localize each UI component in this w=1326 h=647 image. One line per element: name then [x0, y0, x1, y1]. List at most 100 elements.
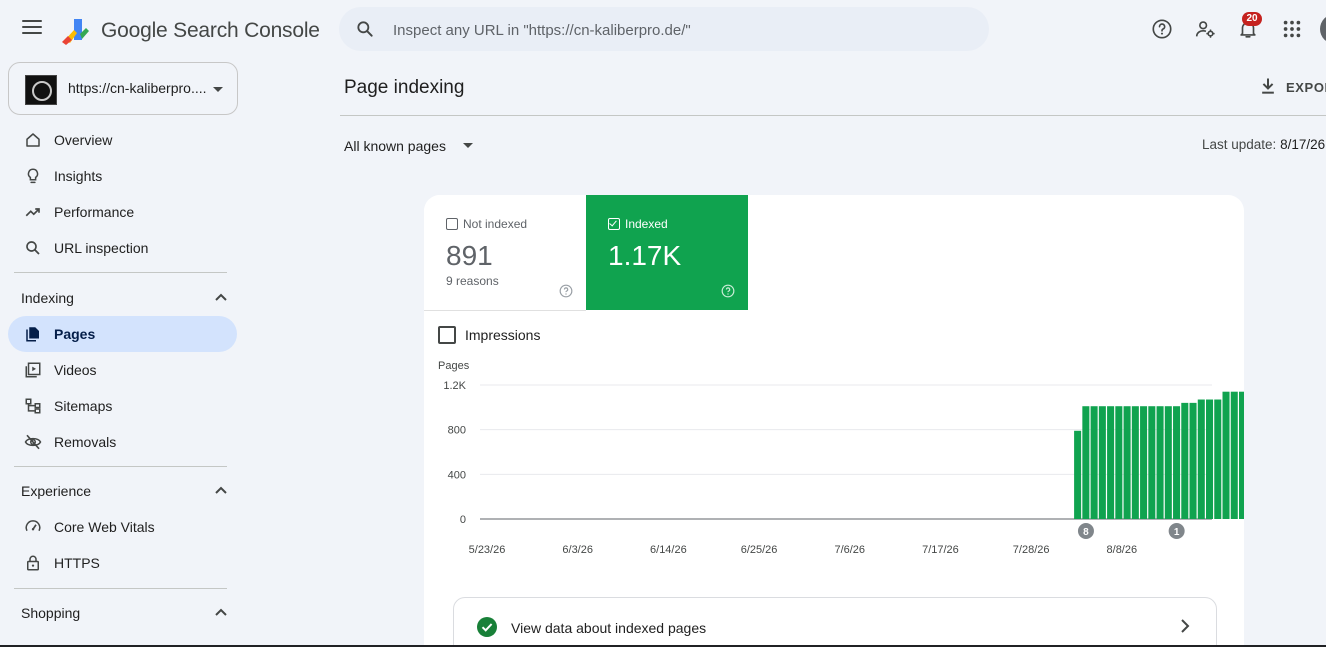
last-update-date: 8/17/26 — [1280, 137, 1326, 152]
url-inspection-search[interactable] — [339, 7, 989, 53]
not-indexed-checkbox[interactable] — [446, 218, 458, 230]
header-divider — [340, 115, 1326, 116]
sitemap-icon — [25, 398, 41, 414]
help-icon[interactable] — [559, 284, 573, 298]
sidebar-section-experience[interactable]: Experience — [8, 476, 237, 506]
y-tick-label: 400 — [448, 469, 466, 481]
sidebar-item-overview[interactable]: Overview — [8, 122, 237, 158]
sidebar-item-url-inspection[interactable]: URL inspection — [8, 230, 237, 266]
indexed-bar — [1148, 406, 1156, 519]
indexed-checkbox[interactable] — [608, 218, 620, 230]
annotation-label: 8 — [1083, 527, 1089, 538]
sidebar-item-core-web-vitals[interactable]: Core Web Vitals — [8, 509, 237, 545]
indexed-bar — [1115, 406, 1123, 519]
chevron-down-icon — [463, 143, 473, 148]
apps-grid-icon[interactable] — [1281, 18, 1303, 40]
product-name: Google Search Console — [101, 19, 320, 42]
tile-label: Indexed — [625, 217, 668, 231]
sidebar-item-pages[interactable]: Pages — [8, 316, 237, 352]
indexed-bar — [1222, 391, 1230, 519]
sidebar-item-removals[interactable]: Removals — [8, 424, 237, 460]
chevron-up-icon — [215, 608, 227, 616]
not-indexed-tile[interactable]: Not indexed 891 9 reasons — [424, 195, 586, 311]
sidebar-item-label: Pages — [54, 326, 96, 342]
lock-icon — [27, 555, 39, 571]
sidebar-item-sitemaps[interactable]: Sitemaps — [8, 388, 237, 424]
indexed-bar — [1230, 391, 1238, 519]
indexed-bar — [1107, 406, 1115, 519]
section-title: Shopping — [21, 605, 81, 621]
sidebar-item-https[interactable]: HTTPS — [8, 545, 237, 581]
help-icon[interactable] — [721, 284, 735, 298]
search-icon — [357, 21, 373, 37]
sidebar-item-insights[interactable]: Insights — [8, 158, 237, 194]
indexed-bar — [1098, 406, 1106, 519]
impressions-label: Impressions — [465, 327, 541, 343]
indexed-bar — [1164, 406, 1172, 519]
section-title: Indexing — [21, 290, 74, 306]
sidebar-section-shopping[interactable]: Shopping — [8, 598, 237, 628]
indexed-pages-chart: Pages 0 400 800 1.2K 5/23/26 6/3/26 6/14/26 6/25… — [438, 360, 1244, 556]
x-tick-label: 7/6/26 — [834, 544, 865, 556]
tile-subtext: 9 reasons — [446, 274, 499, 288]
manage-users-icon[interactable] — [1194, 18, 1216, 40]
y-axis-label: Pages — [438, 360, 470, 372]
indexed-bar — [1156, 406, 1164, 519]
indexed-bar — [1123, 406, 1131, 519]
indexed-bar — [1197, 399, 1205, 519]
annotation-label: 1 — [1174, 527, 1180, 538]
menu-icon[interactable] — [22, 20, 42, 36]
page-title: Page indexing — [344, 77, 465, 98]
last-update-label: Last update: — [1202, 137, 1277, 152]
top-app-bar: Google Search Console 20 — [0, 0, 1326, 60]
url-inspection-input[interactable] — [391, 7, 975, 53]
indexed-bar — [1140, 406, 1148, 519]
search-icon — [26, 241, 40, 255]
video-icon — [25, 362, 41, 378]
indexed-bar — [1131, 406, 1139, 519]
indexed-tile[interactable]: Indexed 1.17K — [586, 195, 748, 310]
last-update: Last update: 8/17/26 — [1202, 137, 1325, 152]
x-tick-label: 6/3/26 — [562, 544, 593, 556]
sidebar-item-label: Removals — [54, 434, 117, 450]
indexed-bar — [1189, 402, 1197, 519]
chevron-up-icon — [215, 293, 227, 301]
section-title: Experience — [21, 483, 92, 499]
sidebar-item-label: Videos — [54, 362, 97, 378]
chevron-down-icon — [213, 87, 223, 92]
search-console-logo-icon — [62, 19, 89, 45]
property-selector[interactable]: https://cn-kaliberpro.... — [8, 62, 238, 115]
x-tick-label: 7/17/26 — [922, 544, 959, 556]
indexed-bar — [1173, 406, 1181, 519]
property-url: https://cn-kaliberpro.... — [68, 80, 207, 96]
property-logo — [25, 75, 57, 105]
impressions-checkbox[interactable] — [438, 326, 456, 344]
sidebar-item-label: Overview — [54, 132, 113, 148]
y-tick-label: 800 — [448, 425, 466, 437]
eye-off-icon — [24, 434, 42, 450]
account-avatar[interactable] — [1320, 14, 1326, 44]
tile-value: 1.17K — [608, 240, 682, 271]
indexed-bar — [1181, 402, 1189, 519]
gauge-icon — [25, 520, 41, 532]
view-indexed-data-link[interactable]: View data about indexed pages — [453, 597, 1217, 647]
x-tick-label: 6/14/26 — [650, 544, 687, 556]
indexed-bar — [1074, 430, 1082, 519]
y-tick-label: 0 — [460, 514, 466, 526]
sidebar-item-label: Insights — [54, 168, 103, 184]
lightbulb-icon — [27, 168, 39, 184]
chevron-up-icon — [215, 486, 227, 494]
sidebar-section-indexing[interactable]: Indexing — [8, 283, 237, 313]
home-icon — [26, 133, 40, 147]
tile-value: 891 — [446, 240, 493, 271]
x-tick-label: 6/25/26 — [741, 544, 778, 556]
sidebar-item-label: HTTPS — [54, 555, 100, 571]
sidebar-item-videos[interactable]: Videos — [8, 352, 237, 388]
pages-icon — [26, 327, 39, 342]
sidebar-item-performance[interactable]: Performance — [8, 194, 237, 230]
indexed-bar — [1090, 406, 1098, 519]
page-filter-dropdown[interactable]: All known pages — [344, 135, 484, 157]
sidebar-divider — [14, 588, 227, 589]
trending-up-icon — [25, 208, 40, 217]
help-icon[interactable] — [1151, 18, 1173, 40]
